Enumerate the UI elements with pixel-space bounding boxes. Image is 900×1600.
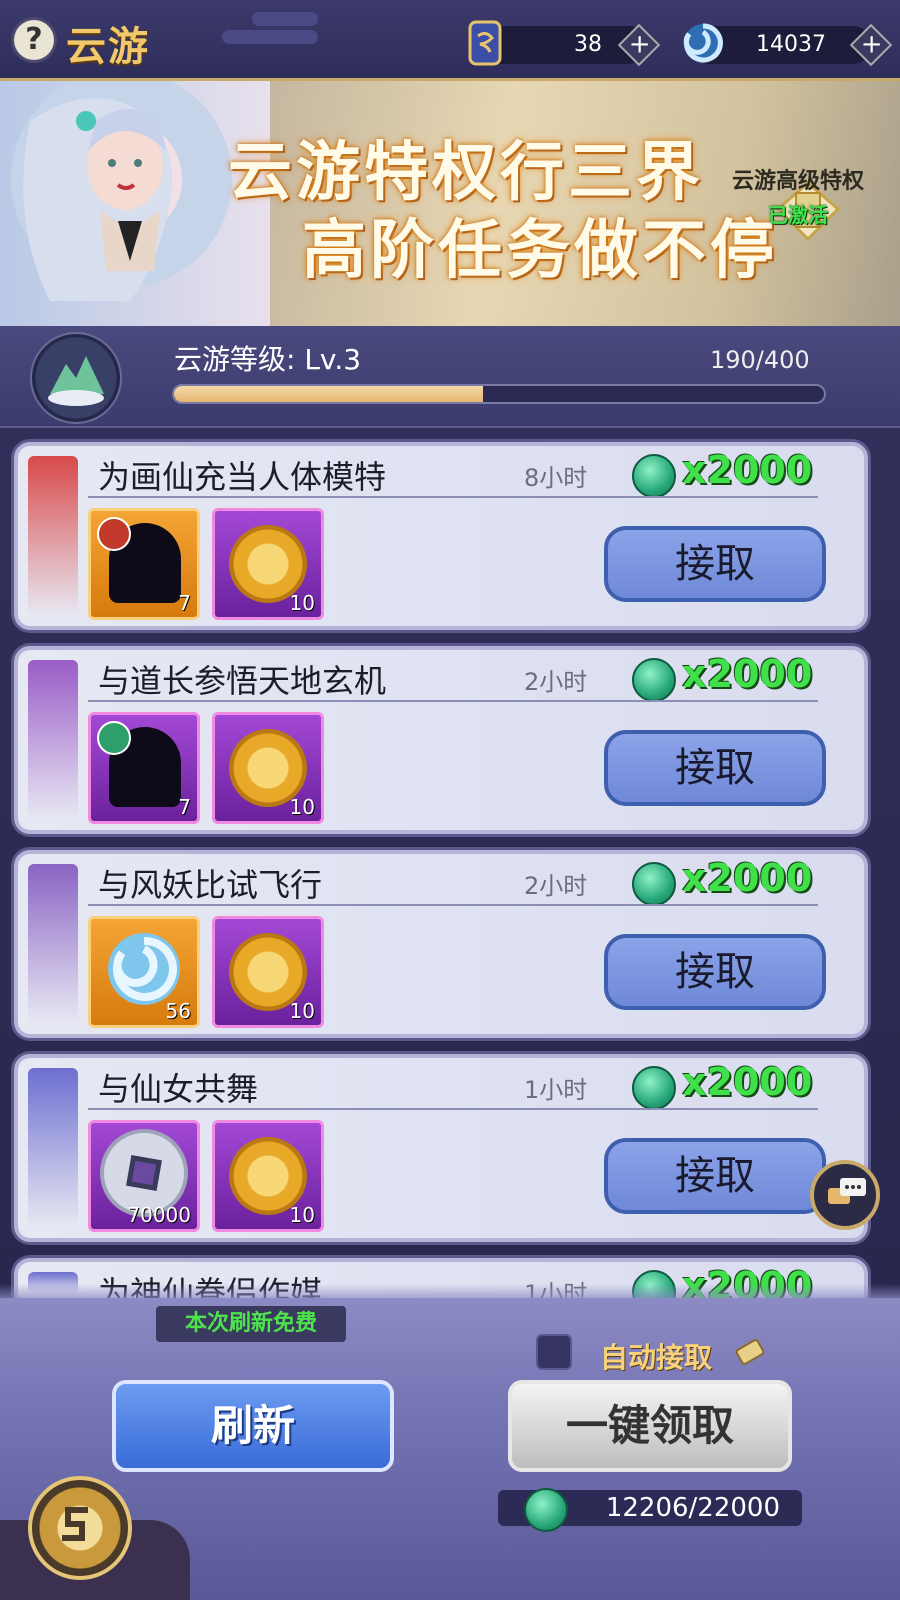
accept-button[interactable]: 接取 — [604, 526, 826, 602]
quest-stripe — [28, 456, 78, 616]
jade-coin-icon — [632, 862, 676, 906]
auto-accept-label: 自动接取 — [600, 1341, 713, 1374]
item-count: 10 — [289, 999, 315, 1023]
level-bar: 云游等级: Lv.3 190/400 — [0, 326, 900, 428]
jade-coin-icon — [632, 454, 676, 498]
chat-bubble-icon — [828, 1178, 866, 1204]
reward-item[interactable]: 56 — [88, 916, 200, 1028]
quest-divider — [88, 496, 818, 498]
faction-badge-icon — [97, 517, 131, 551]
reward-item[interactable]: 7 — [88, 712, 200, 824]
quest-divider — [88, 904, 818, 906]
banner-slogan-line2: 高阶任务做不停 — [302, 213, 778, 288]
reward-item[interactable]: 10 — [212, 1120, 324, 1232]
claim-all-button[interactable]: 一键领取 — [508, 1380, 792, 1472]
reward-item[interactable]: 70000 — [88, 1120, 200, 1232]
quest-card: 与风妖比试飞行 2小时 x2000 56 10 接取 — [14, 850, 868, 1038]
item-count: 10 — [289, 795, 315, 819]
quest-duration: 2小时 — [524, 872, 588, 900]
item-count: 7 — [178, 591, 191, 615]
top-bar: ? 云游 38 + 14037 + — [0, 0, 900, 81]
quest-name: 与风妖比试飞行 — [98, 866, 323, 904]
scroll-icon — [735, 1339, 765, 1365]
quest-card: 与道长参悟天地玄机 2小时 x2000 7 10 接取 — [14, 646, 868, 834]
quest-divider — [88, 700, 818, 702]
item-count: 10 — [289, 1203, 315, 1227]
quest-divider — [88, 1108, 818, 1110]
quest-reward-amount: x2000 — [682, 448, 813, 492]
decor-bar — [222, 30, 318, 44]
free-refresh-tag: 本次刷新免费 — [156, 1306, 346, 1342]
level-label: 云游等级: Lv.3 — [174, 343, 362, 376]
reward-item[interactable]: 10 — [212, 508, 324, 620]
refresh-button[interactable]: 刷新 — [112, 1380, 394, 1472]
privilege-status: 已激活 — [768, 203, 828, 227]
jade-coin-icon — [524, 1488, 568, 1532]
quest-reward-amount: x2000 — [682, 652, 813, 696]
auto-accept-checkbox[interactable] — [536, 1334, 572, 1370]
help-button[interactable]: ? — [14, 20, 54, 60]
quest-duration: 8小时 — [524, 464, 588, 492]
item-count: 10 — [289, 591, 315, 615]
accept-button[interactable]: 接取 — [604, 1138, 826, 1214]
chat-button[interactable] — [810, 1160, 880, 1230]
jade-coin-icon — [632, 1066, 676, 1110]
jade-coin-icon — [632, 658, 676, 702]
page-title: 云游 — [66, 23, 150, 70]
item-count: 70000 — [127, 1203, 191, 1227]
quest-name: 与仙女共舞 — [98, 1070, 259, 1108]
reward-item[interactable]: 7 — [88, 508, 200, 620]
quest-name: 为画仙充当人体模特 — [98, 458, 387, 496]
decor-bar — [252, 12, 318, 26]
jade-dragon-icon — [683, 23, 723, 63]
reward-item[interactable]: 10 — [212, 712, 324, 824]
quest-stripe — [28, 864, 78, 1024]
scroll-token-icon — [468, 20, 502, 66]
quest-duration: 1小时 — [524, 1076, 588, 1104]
back-button[interactable] — [28, 1476, 132, 1580]
quest-duration: 2小时 — [524, 668, 588, 696]
privilege-banner: 云游特权行三界 高阶任务做不停 云游高级特权 已激活 — [0, 81, 900, 326]
privilege-label: 云游高级特权 — [732, 169, 865, 194]
level-progress-fill — [174, 386, 483, 402]
level-progress-text: 190/400 — [710, 346, 810, 374]
mountain-emblem-icon — [30, 332, 122, 424]
item-count: 7 — [178, 795, 191, 819]
item-count: 56 — [165, 999, 191, 1023]
quest-card: 为画仙充当人体模特 8小时 x2000 7 10 接取 — [14, 442, 868, 630]
accept-button[interactable]: 接取 — [604, 934, 826, 1010]
quest-card: 与仙女共舞 1小时 x2000 70000 10 接取 — [14, 1054, 868, 1242]
quest-stripe — [28, 1068, 78, 1228]
reward-item[interactable]: 10 — [212, 916, 324, 1028]
quest-reward-amount: x2000 — [682, 1060, 813, 1104]
faction-badge-icon — [97, 721, 131, 755]
level-progress-bar — [172, 384, 826, 404]
quest-name: 与道长参悟天地玄机 — [98, 662, 387, 700]
quest-stripe — [28, 660, 78, 820]
accept-button[interactable]: 接取 — [604, 730, 826, 806]
quest-reward-amount: x2000 — [682, 856, 813, 900]
